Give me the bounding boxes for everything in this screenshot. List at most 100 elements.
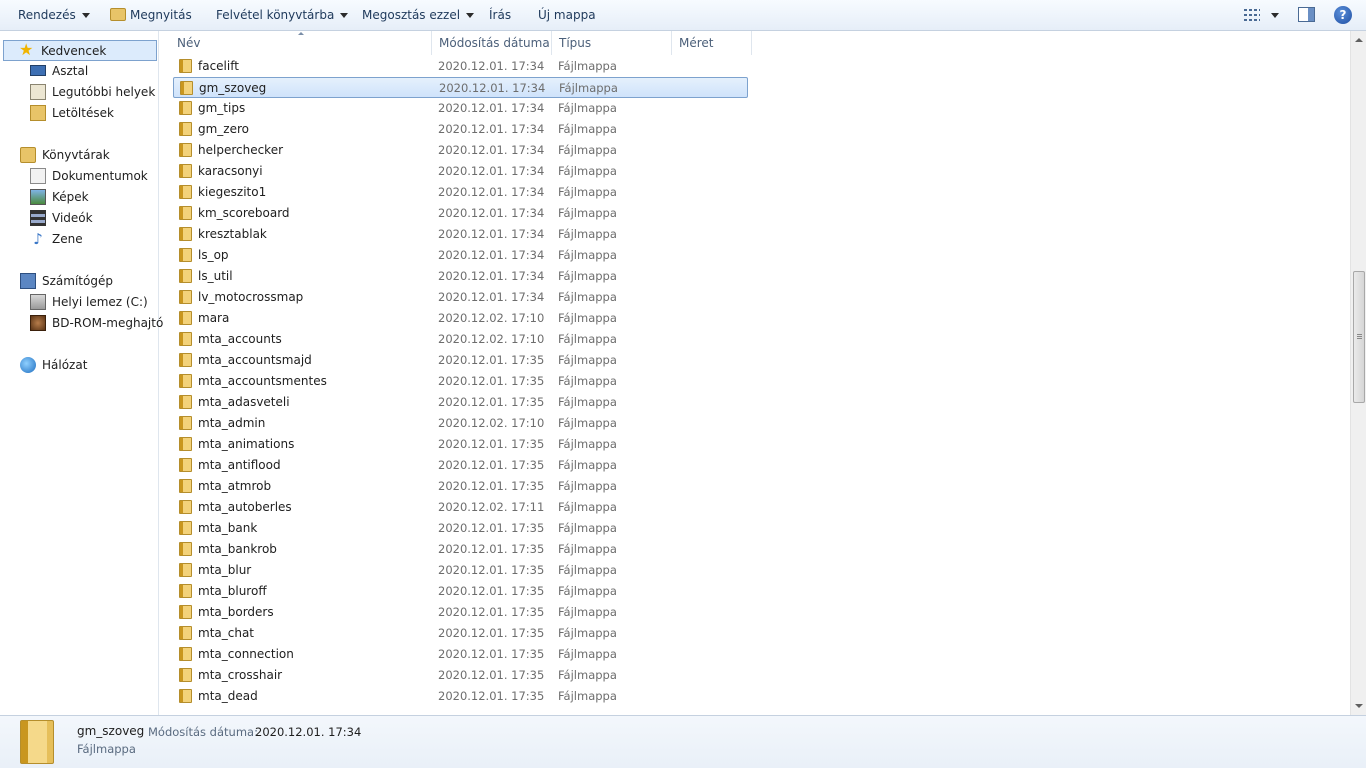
folder-icon bbox=[179, 500, 192, 514]
file-type: Fájlmappa bbox=[558, 416, 617, 430]
burn-button[interactable]: Írás bbox=[489, 0, 511, 30]
file-row[interactable]: mta_adasveteli 2020.12.01. 17:35 Fájlmappa bbox=[173, 392, 748, 413]
scroll-up-arrow-icon[interactable] bbox=[1355, 38, 1363, 42]
include-library-button[interactable]: Felvétel könyvtárba bbox=[216, 0, 349, 30]
new-folder-button[interactable]: Új mappa bbox=[538, 0, 596, 30]
nav-videos-label: Videók bbox=[52, 211, 93, 225]
scroll-down-arrow-icon[interactable] bbox=[1355, 704, 1363, 708]
nav-libraries-label: Könyvtárak bbox=[42, 148, 110, 162]
file-row[interactable]: karacsonyi 2020.12.01. 17:34 Fájlmappa bbox=[173, 161, 748, 182]
nav-pictures[interactable]: Képek bbox=[30, 187, 158, 207]
file-row[interactable]: mta_chat 2020.12.01. 17:35 Fájlmappa bbox=[173, 623, 748, 644]
file-type: Fájlmappa bbox=[558, 647, 617, 661]
column-header-name[interactable]: Név bbox=[170, 31, 432, 55]
column-header-type[interactable]: Típus bbox=[552, 31, 672, 55]
file-type: Fájlmappa bbox=[558, 206, 617, 220]
include-library-label: Felvétel könyvtárba bbox=[216, 8, 335, 22]
file-row[interactable]: mta_accountsmentes 2020.12.01. 17:35 Fájlm… bbox=[173, 371, 748, 392]
file-type: Fájlmappa bbox=[558, 689, 617, 703]
file-modified-date: 2020.12.01. 17:34 bbox=[438, 227, 545, 241]
file-row[interactable]: kresztablak 2020.12.01. 17:34 Fájlmappa bbox=[173, 224, 748, 245]
file-name: mta_borders bbox=[198, 605, 274, 619]
file-row[interactable]: gm_tips 2020.12.01. 17:34 Fájlmappa bbox=[173, 98, 748, 119]
help-icon[interactable]: ? bbox=[1334, 6, 1352, 24]
file-row[interactable]: lv_motocrossmap 2020.12.01. 17:34 Fájlmapp… bbox=[173, 287, 748, 308]
file-modified-date: 2020.12.01. 17:35 bbox=[438, 542, 545, 556]
bd-rom-drive-icon bbox=[30, 315, 46, 331]
file-row[interactable]: mta_bluroff 2020.12.01. 17:35 Fájlmappa bbox=[173, 581, 748, 602]
nav-bd-rom[interactable]: BD-ROM-meghajtó bbox=[30, 313, 163, 333]
file-modified-date: 2020.12.02. 17:10 bbox=[438, 311, 545, 325]
file-row[interactable]: facelift 2020.12.01. 17:34 Fájlmappa bbox=[173, 56, 748, 77]
nav-desktop[interactable]: Asztal bbox=[30, 61, 158, 81]
nav-downloads-label: Letöltések bbox=[52, 106, 114, 120]
scrollbar-thumb[interactable] bbox=[1353, 271, 1365, 403]
folder-icon bbox=[179, 185, 192, 199]
file-modified-date: 2020.12.01. 17:35 bbox=[438, 668, 545, 682]
nav-desktop-label: Asztal bbox=[52, 64, 89, 78]
command-bar: Rendezés Megnyitás Felvétel könyvtárba M… bbox=[0, 0, 1366, 31]
file-row[interactable]: mta_atmrob 2020.12.01. 17:35 Fájlmappa bbox=[173, 476, 748, 497]
file-modified-date: 2020.12.02. 17:10 bbox=[438, 332, 545, 346]
view-dropdown-button[interactable] bbox=[1265, 0, 1279, 30]
nav-local-disk[interactable]: Helyi lemez (C:) bbox=[30, 292, 158, 312]
column-header-modified[interactable]: Módosítás dátuma bbox=[432, 31, 552, 55]
file-name: mara bbox=[198, 311, 230, 325]
preview-pane-icon[interactable] bbox=[1298, 7, 1315, 22]
file-type: Fájlmappa bbox=[558, 584, 617, 598]
file-row[interactable]: mta_dead 2020.12.01. 17:35 Fájlmappa bbox=[173, 686, 748, 707]
file-row[interactable]: mta_bank 2020.12.01. 17:35 Fájlmappa bbox=[173, 518, 748, 539]
file-row[interactable]: ls_util 2020.12.01. 17:34 Fájlmappa bbox=[173, 266, 748, 287]
file-type: Fájlmappa bbox=[558, 143, 617, 157]
nav-libraries[interactable]: Könyvtárak bbox=[20, 145, 158, 165]
file-modified-date: 2020.12.01. 17:34 bbox=[438, 122, 545, 136]
file-modified-date: 2020.12.01. 17:34 bbox=[438, 248, 545, 262]
details-pane: gm_szoveg Módosítás dátuma: 2020.12.01. … bbox=[0, 715, 1366, 768]
organize-button[interactable]: Rendezés bbox=[18, 0, 90, 30]
nav-downloads[interactable]: Letöltések bbox=[30, 103, 158, 123]
nav-computer[interactable]: Számítógép bbox=[20, 271, 158, 291]
file-row[interactable]: mta_bankrob 2020.12.01. 17:35 Fájlmappa bbox=[173, 539, 748, 560]
file-row[interactable]: gm_zero 2020.12.01. 17:34 Fájlmappa bbox=[173, 119, 748, 140]
nav-recent-places[interactable]: Legutóbbi helyek bbox=[30, 82, 158, 102]
file-row[interactable]: gm_szoveg 2020.12.01. 17:34 Fájlmappa bbox=[173, 77, 748, 98]
chevron-down-icon bbox=[1271, 13, 1279, 18]
nav-music[interactable]: ♪ Zene bbox=[30, 229, 158, 249]
file-modified-date: 2020.12.02. 17:11 bbox=[438, 500, 545, 514]
file-row[interactable]: mara 2020.12.02. 17:10 Fájlmappa bbox=[173, 308, 748, 329]
open-button[interactable]: Megnyitás bbox=[110, 0, 192, 30]
view-options-icon[interactable] bbox=[1244, 6, 1260, 24]
file-name: mta_bankrob bbox=[198, 542, 277, 556]
column-header-size[interactable]: Méret bbox=[672, 31, 752, 55]
file-row[interactable]: mta_antiflood 2020.12.01. 17:35 Fájlmappa bbox=[173, 455, 748, 476]
share-with-button[interactable]: Megosztás ezzel bbox=[362, 0, 475, 30]
file-row[interactable]: mta_crosshair 2020.12.01. 17:35 Fájlmappa bbox=[173, 665, 748, 686]
file-row[interactable]: mta_autoberles 2020.12.02. 17:11 Fájlmappa bbox=[173, 497, 748, 518]
file-row[interactable]: mta_accounts 2020.12.02. 17:10 Fájlmappa bbox=[173, 329, 748, 350]
file-modified-date: 2020.12.01. 17:34 bbox=[438, 206, 545, 220]
folder-icon bbox=[179, 311, 192, 325]
vertical-scrollbar[interactable] bbox=[1350, 31, 1366, 715]
nav-network[interactable]: Hálózat bbox=[20, 355, 158, 375]
folder-icon bbox=[179, 59, 192, 73]
file-row[interactable]: mta_admin 2020.12.02. 17:10 Fájlmappa bbox=[173, 413, 748, 434]
file-modified-date: 2020.12.01. 17:35 bbox=[438, 605, 545, 619]
nav-videos[interactable]: Videók bbox=[30, 208, 158, 228]
file-modified-date: 2020.12.01. 17:34 bbox=[438, 269, 545, 283]
file-row[interactable]: kiegeszito1 2020.12.01. 17:34 Fájlmappa bbox=[173, 182, 748, 203]
file-row[interactable]: km_scoreboard 2020.12.01. 17:34 Fájlmappa bbox=[173, 203, 748, 224]
file-row[interactable]: ls_op 2020.12.01. 17:34 Fájlmappa bbox=[173, 245, 748, 266]
column-name-label: Név bbox=[177, 36, 201, 50]
file-row[interactable]: mta_borders 2020.12.01. 17:35 Fájlmappa bbox=[173, 602, 748, 623]
file-row[interactable]: helperchecker 2020.12.01. 17:34 Fájlmappa bbox=[173, 140, 748, 161]
file-name: mta_bank bbox=[198, 521, 258, 535]
file-row[interactable]: mta_animations 2020.12.01. 17:35 Fájlmappa bbox=[173, 434, 748, 455]
file-name: mta_chat bbox=[198, 626, 255, 640]
file-type: Fájlmappa bbox=[559, 81, 618, 95]
nav-favorites[interactable]: ★ Kedvencek bbox=[3, 40, 157, 61]
file-row[interactable]: mta_connection 2020.12.01. 17:35 Fájlmappa bbox=[173, 644, 748, 665]
file-row[interactable]: mta_accountsmajd 2020.12.01. 17:35 Fájlmap… bbox=[173, 350, 748, 371]
nav-documents[interactable]: Dokumentumok bbox=[30, 166, 158, 186]
file-type: Fájlmappa bbox=[558, 353, 617, 367]
file-row[interactable]: mta_blur 2020.12.01. 17:35 Fájlmappa bbox=[173, 560, 748, 581]
